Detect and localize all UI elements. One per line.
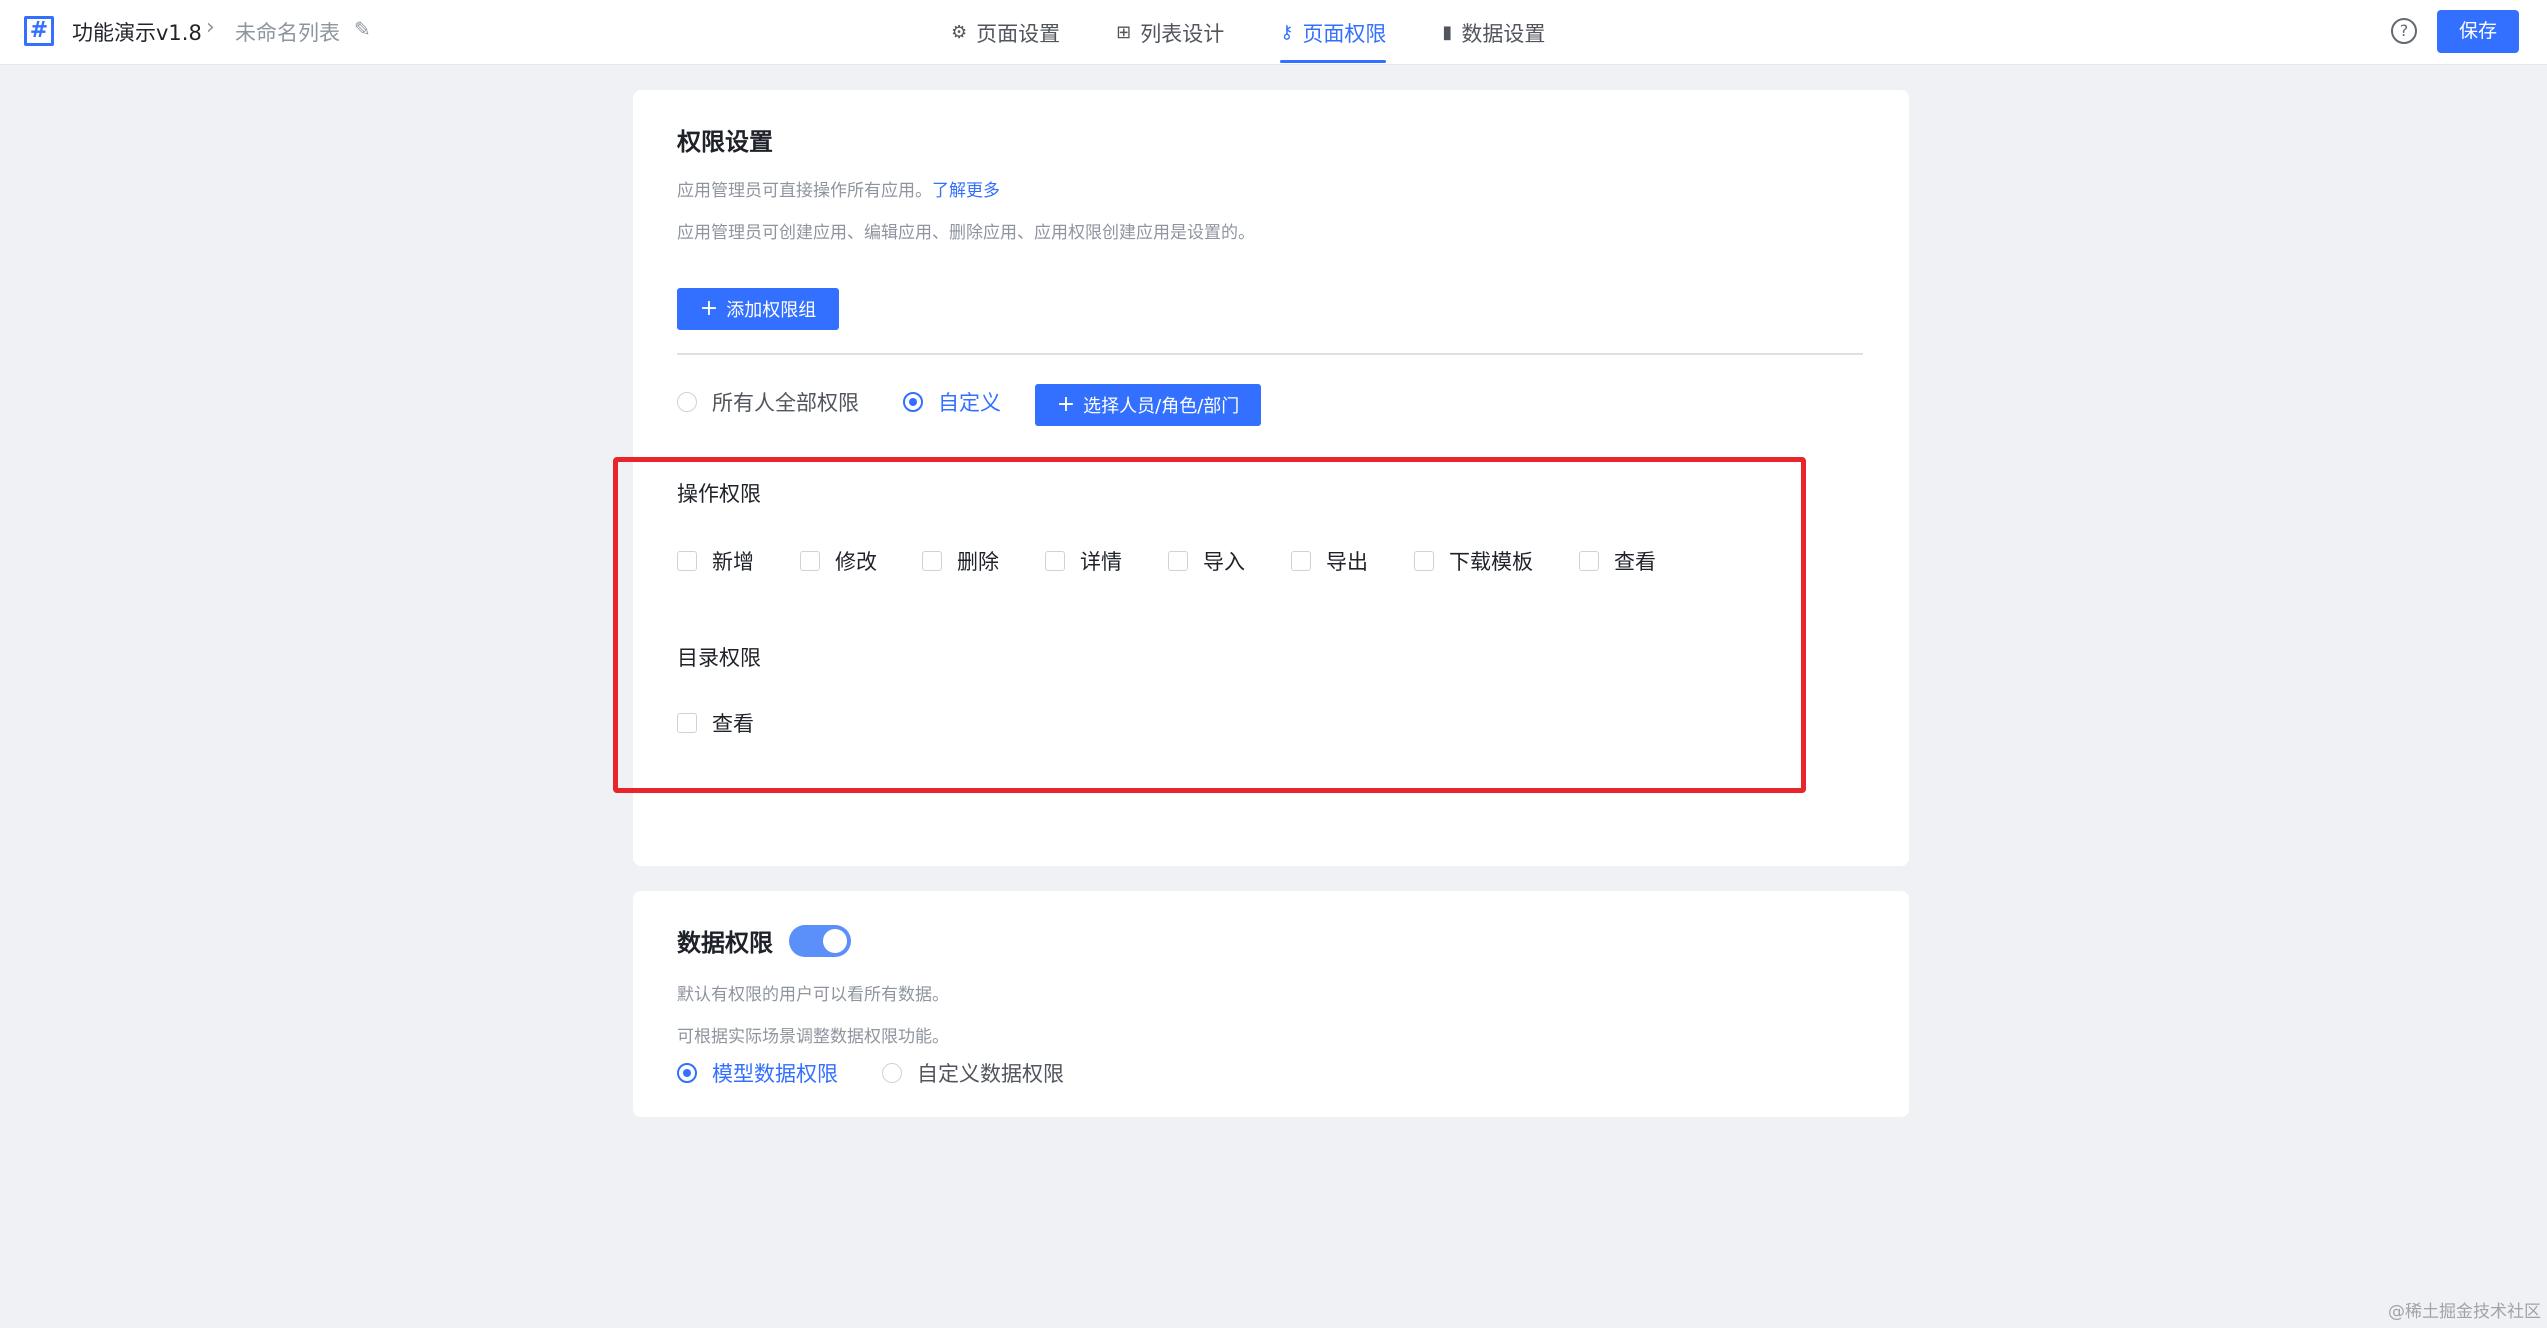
scope-radio-group: 所有人全部权限 自定义	[677, 385, 1045, 419]
gear-icon: ⚙	[951, 22, 968, 43]
radio-circle	[677, 1063, 697, 1083]
tab-page-permission[interactable]: ⚷ 页面权限	[1280, 0, 1387, 65]
data-permission-card: 数据权限 默认有权限的用户可以看所有数据。 可根据实际场景调整数据权限功能。 模…	[633, 891, 1909, 1117]
radio-circle	[882, 1063, 902, 1083]
top-bar: # 功能演示v1.8 › 未命名列表 ✎ ⚙ 页面设置 ⊞ 列表设计 ⚷ 页面权…	[0, 0, 2547, 65]
radio-label: 自定义	[938, 391, 1001, 415]
app-title[interactable]: 功能演示v1.8	[72, 17, 202, 47]
breadcrumb-chevron-icon: ›	[206, 15, 215, 40]
tab-page-settings[interactable]: ⚙ 页面设置	[951, 0, 1060, 65]
permission-hint-1: 应用管理员可直接操作所有应用。了解更多	[677, 176, 1000, 201]
add-permission-group-button[interactable]: + 添加权限组	[677, 288, 839, 330]
data-permission-hint-1: 默认有权限的用户可以看所有数据。	[677, 985, 949, 1005]
radio-label: 自定义数据权限	[917, 1062, 1064, 1086]
data-permission-radio-group: 模型数据权限 自定义数据权限	[677, 1056, 1108, 1090]
top-tabs: ⚙ 页面设置 ⊞ 列表设计 ⚷ 页面权限 ▮ 数据设置	[951, 0, 1601, 65]
tab-list-design[interactable]: ⊞ 列表设计	[1116, 0, 1224, 65]
radio-everyone-all[interactable]: 所有人全部权限	[677, 387, 859, 417]
learn-more-link[interactable]: 了解更多	[932, 181, 1000, 201]
plus-icon: +	[1056, 392, 1076, 417]
data-permission-title: 数据权限	[677, 929, 773, 957]
permission-title: 权限设置	[677, 128, 773, 156]
tab-label: 页面权限	[1302, 21, 1387, 46]
button-label: 选择人员/角色/部门	[1083, 396, 1240, 417]
radio-custom[interactable]: 自定义	[903, 387, 1001, 417]
data-permission-toggle[interactable]	[789, 925, 851, 957]
key-icon: ⚷	[1280, 22, 1294, 43]
page-name: 未命名列表	[235, 21, 340, 45]
app-logo-icon[interactable]: #	[24, 16, 54, 46]
tab-label: 列表设计	[1140, 21, 1225, 46]
tab-label: 数据设置	[1461, 21, 1546, 46]
radio-custom-data-permission[interactable]: 自定义数据权限	[882, 1058, 1064, 1088]
edit-pencil-icon[interactable]: ✎	[354, 17, 371, 41]
save-button[interactable]: 保存	[2437, 10, 2519, 53]
tab-label: 页面设置	[976, 21, 1061, 46]
radio-circle	[903, 392, 923, 412]
highlight-annotation-box	[613, 457, 1806, 793]
watermark: @稀土掘金技术社区	[2388, 1302, 2541, 1322]
select-members-button[interactable]: + 选择人员/角色/部门	[1035, 384, 1261, 426]
button-label: 添加权限组	[726, 300, 817, 321]
divider	[677, 353, 1863, 355]
radio-label: 所有人全部权限	[712, 391, 859, 415]
radio-model-data-permission[interactable]: 模型数据权限	[677, 1058, 838, 1088]
hint-text: 应用管理员可直接操作所有应用。	[677, 181, 932, 201]
toggle-knob	[823, 929, 847, 953]
radio-label: 模型数据权限	[712, 1062, 838, 1086]
table-icon: ⊞	[1116, 22, 1132, 43]
radio-circle	[677, 392, 697, 412]
permission-hint-2: 应用管理员可创建应用、编辑应用、删除应用、应用权限创建应用是设置的。	[677, 223, 1255, 243]
tab-data-settings[interactable]: ▮ 数据设置	[1442, 0, 1545, 65]
help-icon[interactable]: ?	[2391, 18, 2417, 44]
data-permission-hint-2: 可根据实际场景调整数据权限功能。	[677, 1027, 949, 1047]
bar-chart-icon: ▮	[1442, 22, 1453, 43]
plus-icon: +	[699, 296, 719, 321]
